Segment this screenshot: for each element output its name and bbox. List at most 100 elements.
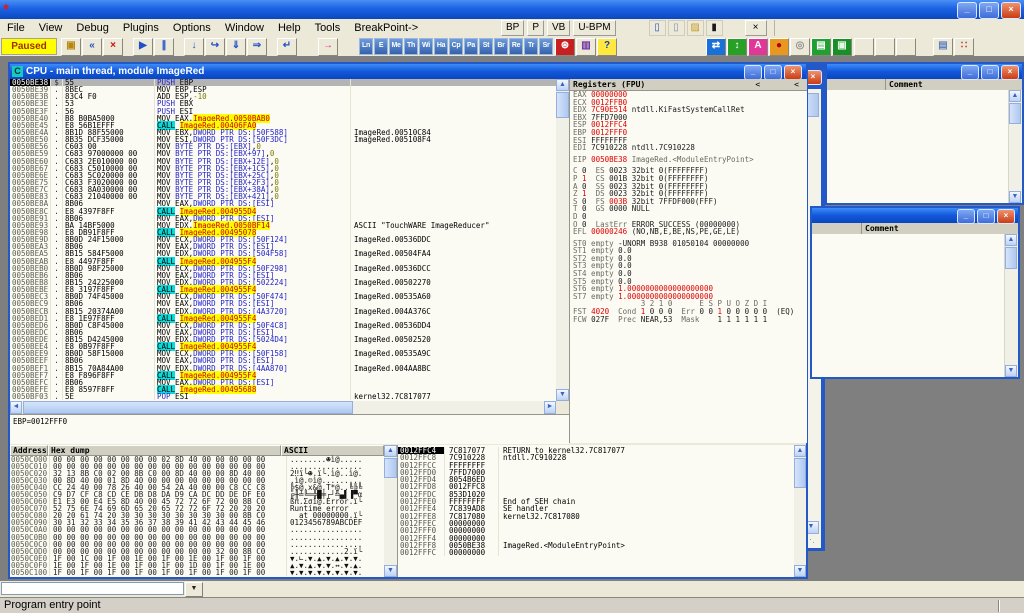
side-window-a-titlebar[interactable]: _ □ ×: [827, 64, 1022, 79]
panel-button-e[interactable]: E: [374, 38, 388, 55]
console-icon[interactable]: ▮: [706, 20, 723, 36]
notes-gray-icon[interactable]: ▯: [668, 20, 685, 36]
side-a-maximize-button[interactable]: □: [981, 65, 999, 80]
side-window-a[interactable]: _ □ × Comment ▲ ▼: [825, 62, 1024, 205]
side-b-scroll-thumb[interactable]: [1005, 247, 1017, 269]
menu-item-help[interactable]: Help: [271, 20, 308, 36]
disasm-row[interactable]: 0050BEC3.8B0D 74F45000MOV ECX,DWORD PTR …: [10, 293, 556, 300]
disasm-row[interactable]: 0050BE38$55PUSH EBP: [10, 79, 556, 86]
disasm-scroll-down-icon[interactable]: ▼: [556, 389, 569, 401]
side-b-scroll-down-icon[interactable]: ▼: [1005, 365, 1017, 377]
breakpoint-icon[interactable]: ●: [769, 38, 789, 56]
plugin-button-vb[interactable]: VB: [547, 20, 570, 36]
open-file-icon[interactable]: ▣: [61, 38, 81, 56]
command-input[interactable]: [1, 582, 184, 595]
disasm-row[interactable]: 0050BEFE.E8 8597F8FFCALL ImageRed.004956…: [10, 386, 556, 393]
menu-item-debug[interactable]: Debug: [69, 20, 115, 36]
help-icon[interactable]: ?: [597, 38, 617, 56]
plugin-close-icon[interactable]: ×: [745, 20, 767, 36]
dump-scroll-up-icon[interactable]: ▲: [384, 445, 397, 457]
menu-item-file[interactable]: File: [0, 20, 32, 36]
plugin-button-p[interactable]: P: [527, 20, 544, 36]
disasm-row[interactable]: 0050BE8C.E8 4397F8FFCALL ImageRed.004955…: [10, 208, 556, 215]
dump-pane[interactable]: Address Hex dump ASCII 0050C00000 00 00 …: [10, 445, 384, 577]
panel-button-me[interactable]: Me: [389, 38, 403, 55]
font-icon[interactable]: A: [748, 38, 768, 56]
keyboard-icon[interactable]: ▤: [811, 38, 831, 56]
registers-collapse-right-button[interactable]: <: [794, 79, 799, 90]
disassembly-pane[interactable]: 0050BE38$55PUSH EBP0050BE39.8BECMOV EBP,…: [10, 79, 556, 401]
disasm-row[interactable]: 0050BE3E.53PUSH EBX: [10, 100, 556, 107]
register-line[interactable]: EIP 0050BE38 ImageRed.<ModuleEntryPoint>: [570, 156, 807, 164]
panel-button-br[interactable]: Br: [494, 38, 508, 55]
panel-button-re[interactable]: Re: [509, 38, 523, 55]
panel-button-wi[interactable]: Wi: [419, 38, 433, 55]
plugin-button-u-bpm[interactable]: U-BPM: [573, 20, 615, 36]
dump-scroll-thumb[interactable]: [384, 458, 397, 478]
fingerprint-icon[interactable]: ◎: [790, 38, 810, 56]
info-pane[interactable]: EBP=0012FFF0: [10, 414, 569, 444]
dump-vscrollbar[interactable]: ▲ ▼: [384, 445, 397, 577]
plugin-button-bp[interactable]: BP: [501, 20, 524, 36]
disasm-row[interactable]: 0050BED6.8B0D C8F45000MOV ECX,DWORD PTR …: [10, 322, 556, 329]
options-icon[interactable]: ⊛: [555, 38, 575, 56]
panel-button-ha[interactable]: Ha: [434, 38, 448, 55]
stack-scroll-down-icon[interactable]: ▼: [794, 565, 806, 577]
side-window-b[interactable]: _ □ × Comment ▲ ▼: [810, 206, 1020, 379]
disasm-row[interactable]: 0050BE9D.8B0D 24F15000MOV ECX,DWORD PTR …: [10, 236, 556, 243]
disasm-row[interactable]: 0050BF03.5EPOP ESIkernel32.7C817077: [10, 393, 556, 400]
disasm-row[interactable]: 0050BEB0.8B0D 98F25000MOV ECX,DWORD PTR …: [10, 265, 556, 272]
disasm-row[interactable]: 0050BEF7.E8 F896F8FFCALL ImageRed.004955…: [10, 372, 556, 379]
side-b-minimize-button[interactable]: _: [957, 209, 975, 224]
trace-into-icon[interactable]: ⇓: [226, 38, 246, 56]
main-titlebar[interactable]: * _ □ ×: [0, 0, 1024, 19]
panel-button-pa[interactable]: Pa: [464, 38, 478, 55]
screen-icon[interactable]: ▣: [832, 38, 852, 56]
trace-over-icon[interactable]: ⇒: [247, 38, 267, 56]
menu-item-window[interactable]: Window: [218, 20, 271, 36]
step-over-icon[interactable]: ↪: [205, 38, 225, 56]
stack-vscrollbar[interactable]: ▲ ▼: [794, 445, 806, 577]
disasm-scroll-left-icon[interactable]: ◄: [10, 401, 22, 414]
restore-button[interactable]: □: [979, 2, 999, 19]
stack-scroll-up-icon[interactable]: ▲: [794, 445, 806, 457]
disasm-hscroll-thumb[interactable]: [23, 401, 353, 414]
side-window-b-titlebar[interactable]: _ □ ×: [812, 208, 1018, 223]
side-b-comment-header[interactable]: Comment: [862, 223, 899, 234]
disasm-scroll-up-icon[interactable]: ▲: [556, 79, 569, 91]
registers-pane[interactable]: Registers (FPU) < < EAX 00000000ECX 0012…: [569, 79, 807, 443]
side-b-maximize-button[interactable]: □: [977, 209, 995, 224]
disasm-row[interactable]: 0050BE83.C683 21040000 00MOV BYTE PTR DS…: [10, 193, 556, 200]
dump-scroll-down-icon[interactable]: ▼: [384, 565, 397, 577]
disasm-hscrollbar[interactable]: ◄ ►: [10, 401, 556, 414]
side-a-comment-header[interactable]: Comment: [886, 79, 923, 90]
cpu-minimize-button[interactable]: _: [744, 65, 762, 80]
cpu-restore-button[interactable]: □: [764, 65, 782, 80]
notes-blue-icon[interactable]: ▯: [649, 20, 666, 36]
command-dropdown-icon[interactable]: ▼: [185, 582, 203, 597]
register-line[interactable]: FCW 027F Prec NEAR,53 Mask 1 1 1 1 1 1: [570, 316, 807, 324]
side-b-col1-header[interactable]: [812, 223, 862, 234]
side-a-minimize-button[interactable]: _: [961, 65, 979, 80]
side-a-scroll-down-icon[interactable]: ▼: [1009, 191, 1021, 203]
dump-row[interactable]: 0050C1001F 00 1F 00 1F 00 1F 00 1F 00 1F…: [10, 569, 384, 576]
side-window-b-list[interactable]: ▲ ▼: [812, 234, 1018, 377]
goto-icon[interactable]: →: [318, 38, 338, 56]
panel-button-tr[interactable]: Tr: [524, 38, 538, 55]
stack-scroll-thumb[interactable]: [794, 458, 806, 488]
menu-item-view[interactable]: View: [32, 20, 70, 36]
side-a-scroll-up-icon[interactable]: ▲: [1009, 90, 1021, 102]
side-a-scrollbar[interactable]: ▲ ▼: [1008, 90, 1022, 203]
restart-icon[interactable]: «: [82, 38, 102, 56]
side-window-a-list[interactable]: ▲ ▼: [827, 90, 1022, 203]
step-into-icon[interactable]: ↓: [184, 38, 204, 56]
side-b-scroll-up-icon[interactable]: ▲: [1005, 234, 1017, 246]
side-b-scrollbar[interactable]: ▲ ▼: [1004, 234, 1018, 377]
side-a-scroll-thumb[interactable]: [1009, 103, 1021, 124]
menu-item-options[interactable]: Options: [166, 20, 218, 36]
register-line[interactable]: EDI 7C910228 ntdll.7C910228: [570, 144, 807, 152]
disasm-row[interactable]: 0050BE3B.83C4 F0ADD ESP,-10: [10, 93, 556, 100]
side-b-close-button[interactable]: ×: [997, 209, 1015, 224]
panel-button-st[interactable]: St: [479, 38, 493, 55]
sync-icon[interactable]: ⇄: [706, 38, 726, 56]
